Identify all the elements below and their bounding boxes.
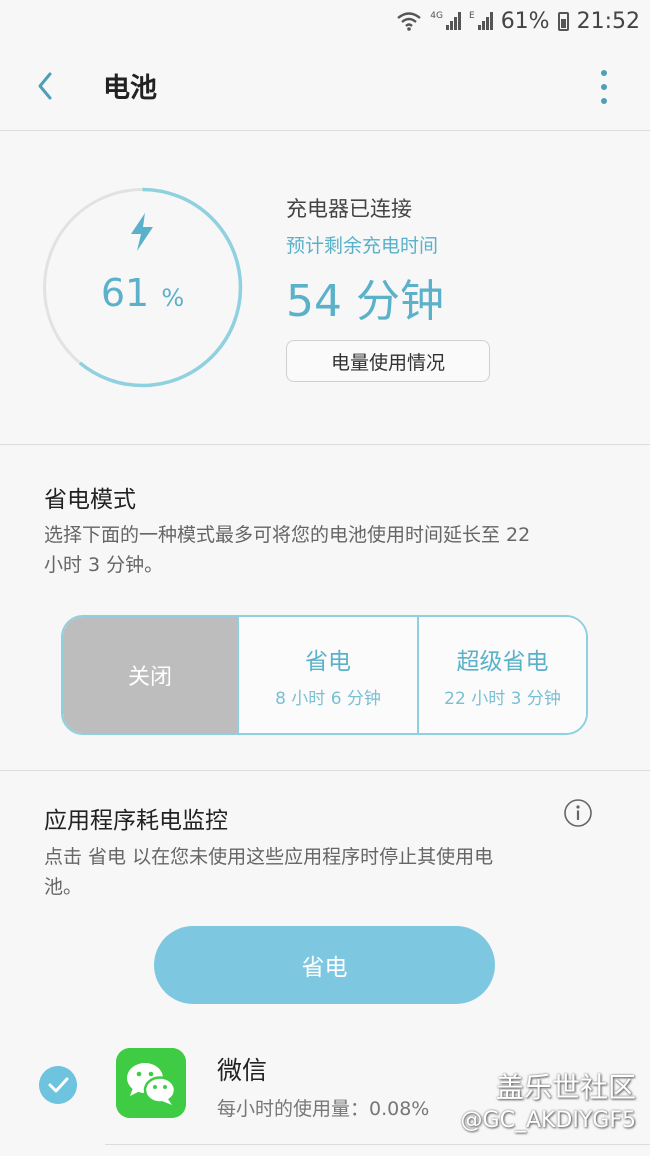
mode-save-option[interactable]: 省电 8 小时 6 分钟 <box>237 617 417 733</box>
power-saving-title: 省电模式 <box>44 487 136 513</box>
percent-unit: % <box>161 284 185 312</box>
app-monitor-description: 点击 省电 以在您未使用这些应用程序时停止其使用电池。 <box>44 846 494 898</box>
mode-save-duration: 8 小时 6 分钟 <box>275 688 381 709</box>
wifi-icon <box>397 12 422 31</box>
mode-ultra-save-duration: 22 小时 3 分钟 <box>444 688 561 709</box>
save-power-button[interactable]: 省电 <box>154 926 495 1004</box>
app-usage-rate: 每小时的使用量：0.08% <box>217 1098 430 1120</box>
mode-off-option[interactable]: 关闭 <box>63 617 237 733</box>
more-dot-icon <box>601 98 607 104</box>
power-saving-description: 选择下面的一种模式最多可将您的电池使用时间延长至 22 小时 3 分钟。 <box>44 524 531 576</box>
power-saving-section: 省电模式 选择下面的一种模式最多可将您的电池使用时间延长至 22 小时 3 分钟… <box>0 445 650 771</box>
battery-charging-icon <box>557 11 569 31</box>
charger-status: 充电器已连接 <box>286 197 412 221</box>
lightning-icon <box>131 213 153 251</box>
app-name: 微信 <box>217 1056 268 1085</box>
cell-signal-icon: 4G <box>430 12 461 30</box>
mode-ultra-save-option[interactable]: 超级省电 22 小时 3 分钟 <box>417 617 586 733</box>
status-bar: 4G E 61% 21:52 <box>0 0 650 42</box>
network-type: 4G <box>430 11 443 21</box>
app-monitor-title: 应用程序耗电监控 <box>44 808 228 834</box>
more-dot-icon <box>601 84 607 90</box>
percent-value: 61 <box>100 271 150 315</box>
charge-time-remaining: 54 分钟 <box>286 276 444 327</box>
mode-save-label: 省电 <box>305 648 351 675</box>
mode-off-label: 关闭 <box>127 665 172 690</box>
charge-estimate-label: 预计剩余充电时间 <box>286 235 439 257</box>
back-button[interactable] <box>30 66 70 106</box>
battery-percent: 61% <box>500 8 550 34</box>
more-options-button[interactable] <box>598 70 610 104</box>
watermark-title: 盖乐世社区 <box>495 1071 636 1104</box>
cell-signal-2-icon: E <box>469 12 493 30</box>
battery-percentage: 61 % <box>40 271 245 315</box>
page-title: 电池 <box>103 73 157 104</box>
checkbox-checked-icon[interactable] <box>39 1066 77 1104</box>
app-bar: 电池 <box>0 42 650 131</box>
clock: 21:52 <box>576 8 640 34</box>
mode-ultra-save-label: 超级省电 <box>456 648 549 675</box>
watermark-handle: @GC_AKDIYGF5 <box>460 1108 636 1133</box>
wechat-app-icon <box>116 1048 186 1118</box>
charging-section: 61 % 充电器已连接 预计剩余充电时间 54 分钟 电量使用情况 <box>0 131 650 445</box>
divider <box>105 1144 650 1145</box>
power-mode-selector: 关闭 省电 8 小时 6 分钟 超级省电 22 小时 3 分钟 <box>61 615 588 735</box>
signal-label: E <box>469 11 475 21</box>
info-icon[interactable] <box>563 798 593 828</box>
status-icons: 4G E 61% 21:52 <box>396 6 640 36</box>
more-dot-icon <box>601 70 607 76</box>
back-arrow-icon <box>38 72 52 100</box>
battery-usage-button[interactable]: 电量使用情况 <box>286 340 490 382</box>
